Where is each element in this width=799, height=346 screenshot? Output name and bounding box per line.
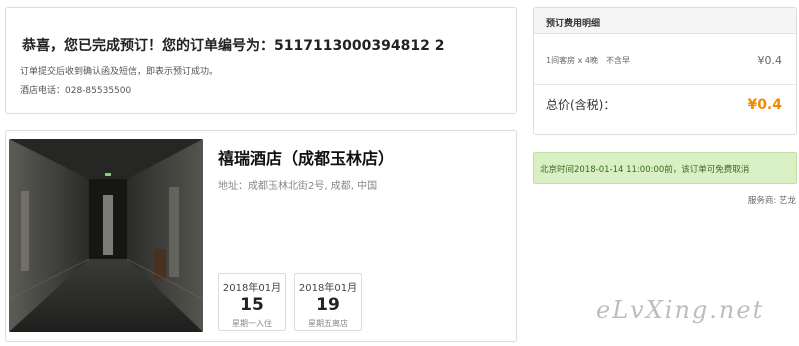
watermark: eLvXing.net <box>596 296 765 324</box>
total-label: 总价(含税)： <box>546 98 616 112</box>
checkout-date: 2018年01月 19 星期五离店 <box>294 273 362 331</box>
confirmation-note: 订单提交后收到确认函及短信，即表示预订成功。 <box>20 67 219 77</box>
price-line: 1间客房 x 4晚 不含早 ¥0.4 <box>546 54 782 67</box>
free-cancel-notice: 北京时间2018-01-14 11:00:00前，该订单可免费取消 <box>533 152 797 184</box>
hotel-photo <box>9 139 203 332</box>
price-line-desc: 1间客房 x 4晚 不含早 <box>546 56 630 65</box>
hotel-name[interactable]: 禧瑞酒店（成都玉林店） <box>218 145 394 169</box>
checkin-day: 15 <box>240 295 264 315</box>
checkout-day: 19 <box>316 295 340 315</box>
checkout-year-month: 2018年01月 <box>298 283 358 294</box>
confirmation-card: 恭喜，您已完成预订！您的订单编号为：5117113000394812 2 订单提… <box>5 7 517 114</box>
checkin-year-month: 2018年01月 <box>222 283 282 294</box>
checkin-date: 2018年01月 15 星期一入住 <box>218 273 286 331</box>
checkout-weekday: 星期五离店 <box>308 319 348 328</box>
price-header: 预订费用明细 <box>534 8 796 34</box>
service-provider: 服务商: 艺龙 <box>747 196 796 206</box>
checkin-weekday: 星期一入住 <box>232 319 272 328</box>
hotel-card: 禧瑞酒店（成都玉林店） 地址：成都玉林北街2号, 成都, 中国 2018年01月… <box>5 130 517 342</box>
price-card: 预订费用明细 1间客房 x 4晚 不含早 ¥0.4 总价(含税)： ¥0.4 <box>533 7 797 135</box>
confirmation-title: 恭喜，您已完成预订！您的订单编号为：5117113000394812 2 <box>22 38 445 54</box>
hotel-address: 地址：成都玉林北街2号, 成都, 中国 <box>218 181 378 192</box>
hotel-phone: 酒店电话：028-85535500 <box>20 86 132 96</box>
price-line-amount: ¥0.4 <box>757 54 783 67</box>
total-amount: ¥0.4 <box>747 96 782 113</box>
price-total: 总价(含税)： ¥0.4 <box>546 96 782 113</box>
price-divider <box>534 84 796 85</box>
